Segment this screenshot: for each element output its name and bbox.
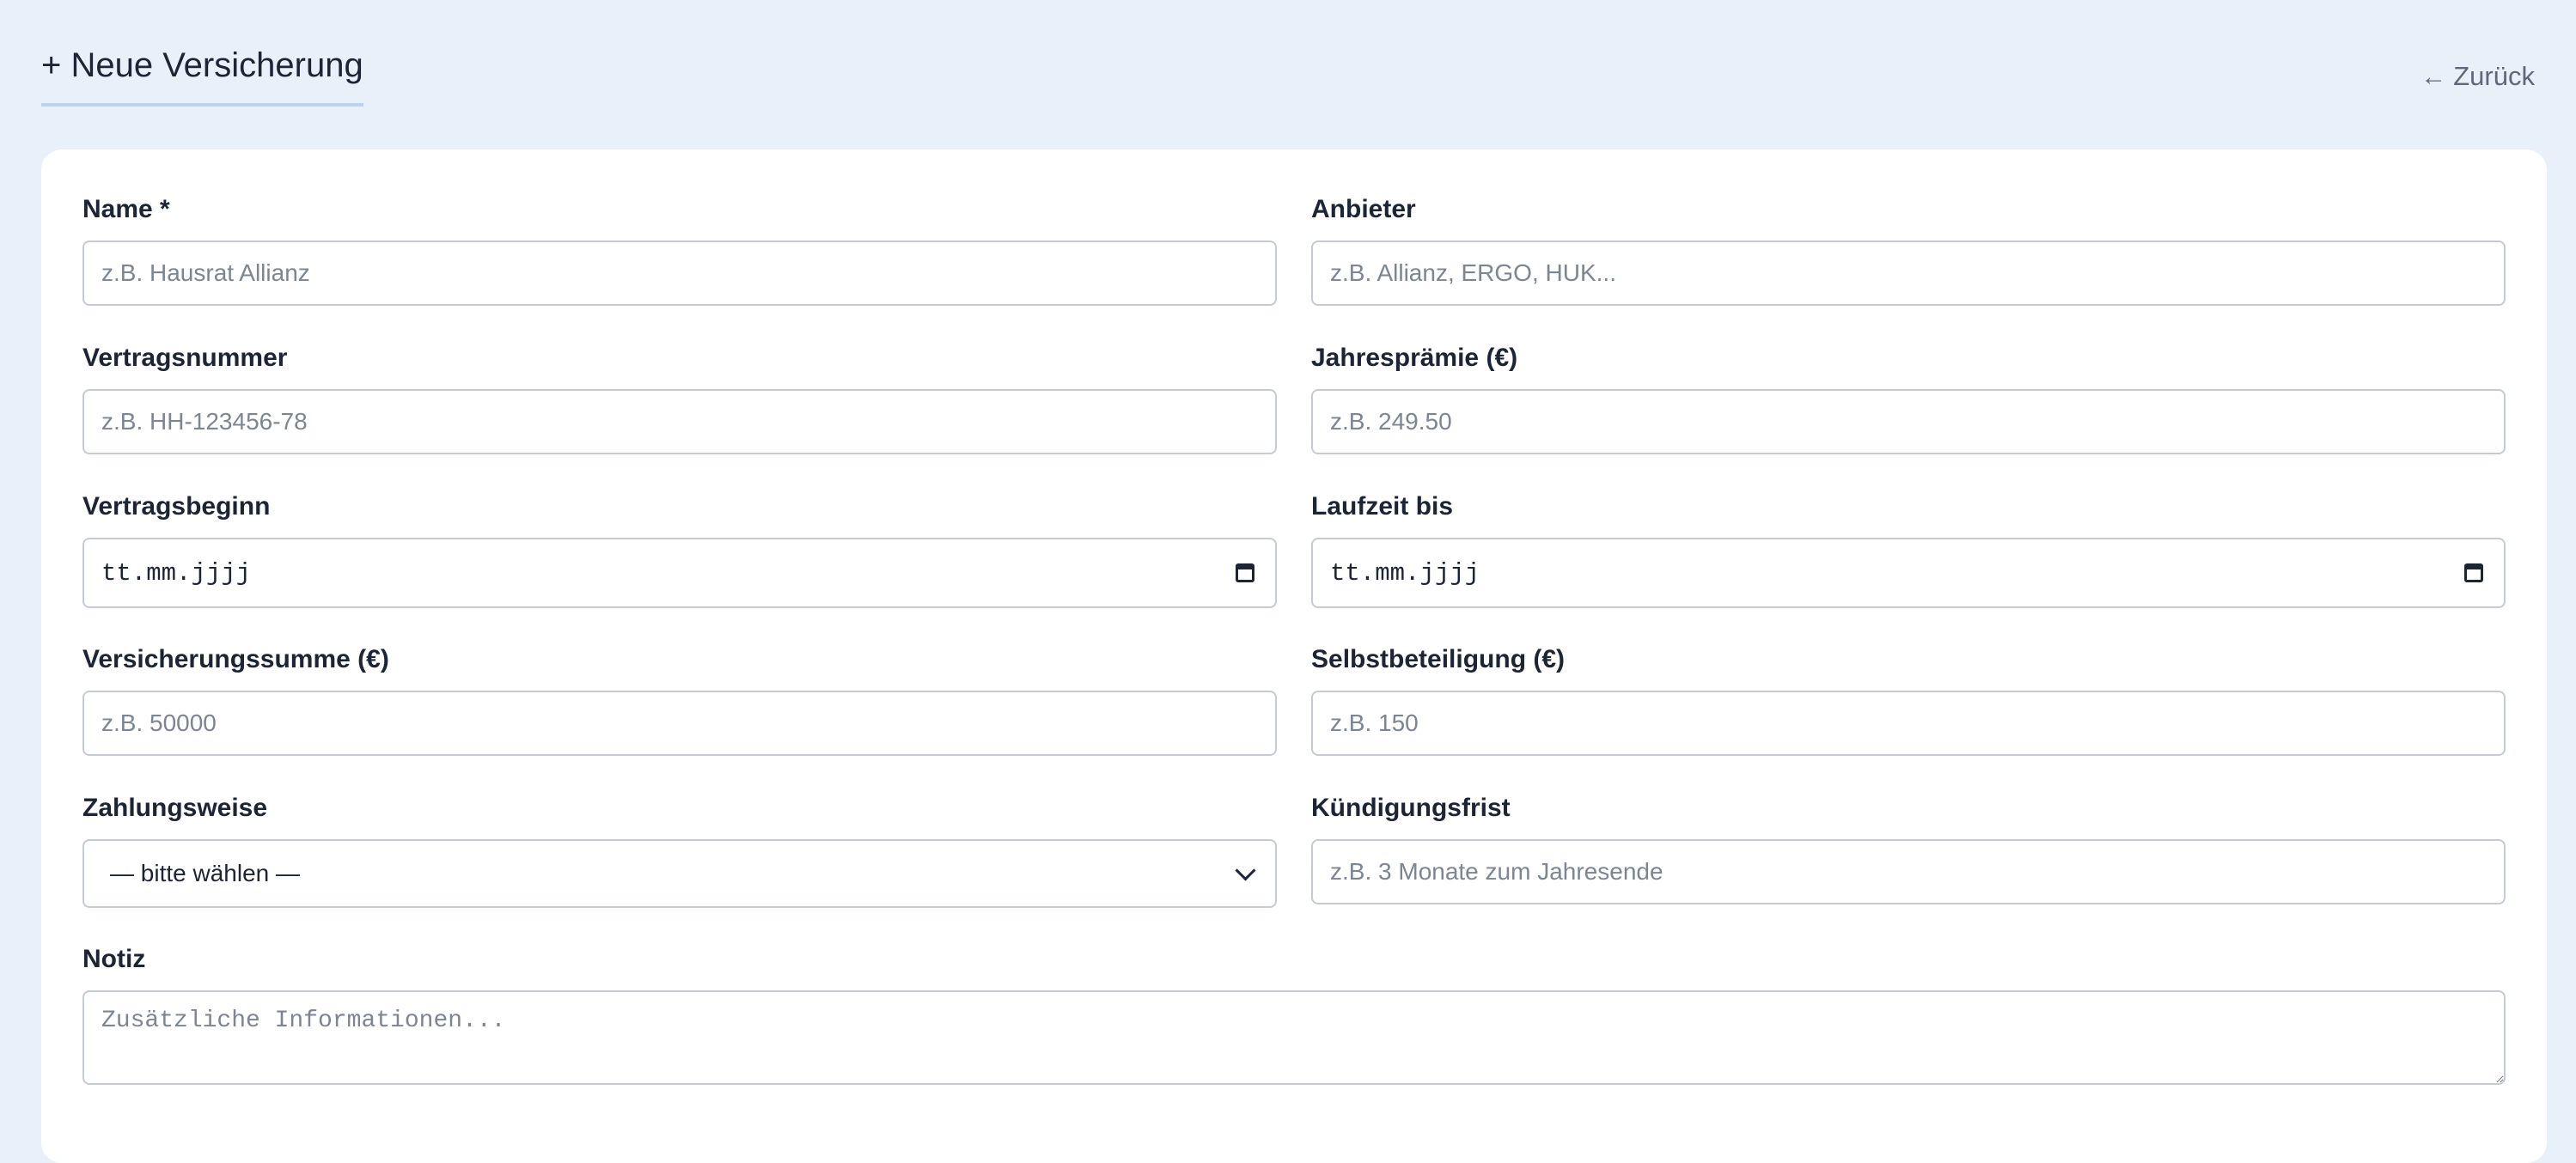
calendar-icon[interactable] bbox=[2464, 563, 2483, 582]
kuendigungsfrist-label: Kündigungsfrist bbox=[1311, 794, 1511, 822]
back-link[interactable]: ← Zurück bbox=[2420, 60, 2535, 94]
field-name: Name * bbox=[82, 194, 1277, 306]
field-selbstbeteiligung: Selbstbeteiligung (€) bbox=[1311, 644, 2506, 756]
anbieter-input[interactable] bbox=[1311, 241, 2506, 306]
laufzeit-bis-date-input[interactable]: tt.mm.jjjj bbox=[1311, 538, 2506, 608]
vertragsbeginn-date-input[interactable]: tt.mm.jjjj bbox=[82, 538, 1277, 608]
vertragsbeginn-label: Vertragsbeginn bbox=[82, 492, 271, 521]
kuendigungsfrist-input[interactable] bbox=[1311, 839, 2506, 904]
field-kuendigungsfrist: Kündigungsfrist bbox=[1311, 793, 2506, 904]
field-zahlungsweise: Zahlungsweise — bitte wählen — bbox=[82, 793, 1277, 908]
versicherungssumme-label: Versicherungssumme (€) bbox=[82, 645, 389, 673]
selbstbeteiligung-label: Selbstbeteiligung (€) bbox=[1311, 645, 1566, 673]
chevron-down-icon bbox=[1235, 859, 1256, 881]
jahrespraemie-label: Jahresprämie (€) bbox=[1311, 344, 1518, 372]
vertragsbeginn-date-text: tt.mm.jjjj bbox=[101, 558, 252, 588]
arrow-left-icon: ← bbox=[2420, 63, 2447, 91]
field-versicherungssumme: Versicherungssumme (€) bbox=[82, 644, 1277, 756]
versicherungssumme-input[interactable] bbox=[82, 691, 1277, 756]
page-title: + Neue Versicherung bbox=[41, 45, 363, 107]
back-link-label: Zurück bbox=[2453, 61, 2535, 91]
page-header: + Neue Versicherung ← Zurück bbox=[41, 0, 2535, 129]
name-label: Name * bbox=[82, 195, 170, 223]
field-notiz: Notiz bbox=[82, 944, 2506, 1085]
field-anbieter: Anbieter bbox=[1311, 194, 2506, 306]
notiz-label: Notiz bbox=[82, 945, 146, 973]
field-vertragsbeginn: Vertragsbeginn tt.mm.jjjj bbox=[82, 491, 1277, 608]
field-jahrespraemie: Jahresprämie (€) bbox=[1311, 343, 2506, 454]
insurance-form-card: Name * Anbieter Vertragsnummer Jahresprä… bbox=[41, 149, 2547, 1163]
selbstbeteiligung-input[interactable] bbox=[1311, 691, 2506, 756]
field-laufzeit-bis: Laufzeit bis tt.mm.jjjj bbox=[1311, 491, 2506, 608]
laufzeit-bis-date-text: tt.mm.jjjj bbox=[1330, 558, 1480, 588]
notiz-textarea[interactable] bbox=[82, 990, 2506, 1085]
laufzeit-bis-label: Laufzeit bis bbox=[1311, 492, 1454, 521]
vertragsnummer-label: Vertragsnummer bbox=[82, 344, 288, 372]
field-vertragsnummer: Vertragsnummer bbox=[82, 343, 1277, 454]
zahlungsweise-label: Zahlungsweise bbox=[82, 794, 268, 822]
anbieter-label: Anbieter bbox=[1311, 195, 1416, 223]
calendar-icon[interactable] bbox=[1236, 563, 1254, 582]
name-input[interactable] bbox=[82, 241, 1277, 306]
jahrespraemie-input[interactable] bbox=[1311, 389, 2506, 454]
zahlungsweise-select[interactable]: — bitte wählen — bbox=[82, 839, 1277, 908]
zahlungsweise-selected: — bitte wählen — bbox=[110, 860, 300, 886]
vertragsnummer-input[interactable] bbox=[82, 389, 1277, 454]
